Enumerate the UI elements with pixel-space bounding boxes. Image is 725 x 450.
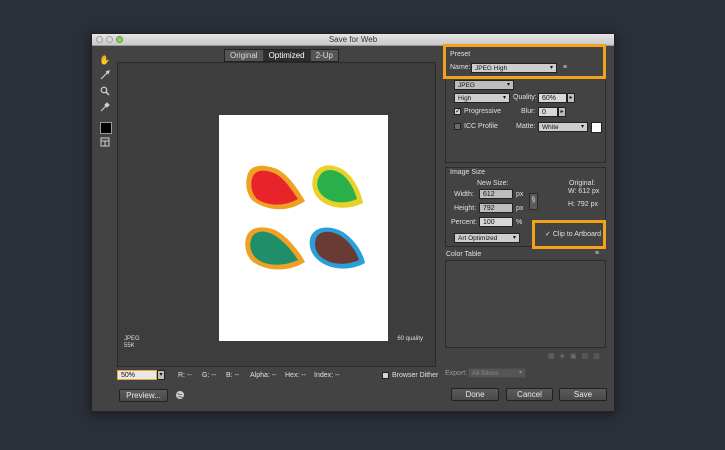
new-color-icon[interactable]: ▤ <box>582 352 589 360</box>
percent-field[interactable]: 100 <box>479 217 513 227</box>
cancel-button[interactable]: Cancel <box>506 388 553 401</box>
save-button[interactable]: Save <box>559 388 607 401</box>
height-field[interactable]: 792 <box>479 203 513 213</box>
blur-field[interactable]: 0 <box>538 107 558 117</box>
preset-highlight-box <box>443 44 606 79</box>
chevron-down-icon: ▾ <box>502 95 506 101</box>
save-for-web-dialog: Save for Web ✋ Original Optimized 2-Up J… <box>91 33 615 412</box>
chevron-down-icon: ▾ <box>512 235 516 241</box>
width-unit: px <box>516 191 524 198</box>
quality-slider-arrow-icon[interactable]: ▸ <box>567 93 575 103</box>
browser-dither-label: Browser Dither <box>392 372 439 379</box>
icc-profile-label: ICC Profile <box>464 123 498 130</box>
constrain-proportions-link-icon[interactable]: § <box>529 193 538 210</box>
chevron-down-icon: ▾ <box>506 82 510 88</box>
color-table-toolbar: ▦ ◈ ▣ ▤ ▥ <box>548 352 600 360</box>
export-label: Export: <box>445 370 468 377</box>
height-unit: px <box>516 205 524 212</box>
clip-to-artboard-checkbox[interactable]: ✓ Clip to Artboard <box>545 230 601 239</box>
quality-label: Quality: <box>513 94 537 101</box>
icc-profile-checkbox[interactable] <box>454 123 461 130</box>
chevron-down-icon: ▾ <box>580 124 584 130</box>
matte-dropdown[interactable]: White ▾ <box>538 122 588 132</box>
trash-icon[interactable]: ▥ <box>593 352 600 360</box>
readout-b: B: -- <box>226 372 240 379</box>
matte-color-swatch[interactable] <box>591 122 602 133</box>
eyedropper-icon[interactable] <box>99 102 111 114</box>
readout-alpha: Alpha: -- <box>250 372 277 379</box>
zoom-dropdown-icon[interactable]: ▾ <box>157 370 165 380</box>
width-field[interactable]: 612 <box>479 189 513 199</box>
file-format-dropdown[interactable]: JPEG ▾ <box>454 80 514 90</box>
new-size-label: New Size: <box>477 180 509 187</box>
quality-field[interactable]: 60% <box>538 93 567 103</box>
preview-area[interactable]: JPEG 55K 60 quality <box>117 62 436 367</box>
percent-label: Percent: <box>451 219 478 226</box>
zoom-icon[interactable] <box>99 86 111 98</box>
quality-readout: 60 quality <box>397 336 423 342</box>
checkmark-icon: ✓ <box>545 231 551 238</box>
lock-icon[interactable]: ▣ <box>570 352 577 360</box>
view-tabs: Original Optimized 2-Up <box>224 49 339 62</box>
color-table-title: Color Table <box>446 251 482 258</box>
slice-select-icon[interactable] <box>99 70 111 82</box>
browser-dither-checkbox[interactable] <box>382 372 389 379</box>
hand-icon[interactable]: ✋ <box>99 54 111 66</box>
format-readout: JPEG <box>124 336 140 342</box>
compression-dropdown[interactable]: High ▾ <box>454 93 510 103</box>
toggle-slices-icon[interactable] <box>99 137 111 149</box>
tab-original[interactable]: Original <box>225 50 264 61</box>
progressive-label: Progressive <box>464 108 501 115</box>
progressive-checkbox[interactable]: ✓ <box>454 108 461 115</box>
original-width: W: 612 px <box>568 188 600 195</box>
original-height: H: 792 px <box>568 201 598 208</box>
blur-label: Blur: <box>521 108 536 115</box>
color-table-area <box>445 260 606 348</box>
preview-button[interactable]: Preview... <box>119 389 168 402</box>
document-preview <box>219 115 388 341</box>
eyedropper-color-icon[interactable] <box>100 122 112 134</box>
resample-method-dropdown[interactable]: Art Optimized ▾ <box>454 233 520 243</box>
zoom-level-field[interactable]: 50% <box>117 370 157 380</box>
readout-r: R: -- <box>178 372 192 379</box>
matte-label: Matte: <box>516 123 536 130</box>
size-readout: 55K <box>124 343 135 349</box>
tab-optimized[interactable]: Optimized <box>263 50 311 61</box>
export-dropdown[interactable]: All Slices ▾ <box>468 368 526 378</box>
blur-slider-arrow-icon[interactable]: ▸ <box>558 107 566 117</box>
map-color-icon[interactable]: ▦ <box>548 352 555 360</box>
readout-g: G: -- <box>202 372 216 379</box>
chevron-down-icon: ▾ <box>518 370 522 376</box>
readout-hex: Hex: -- <box>285 372 306 379</box>
browser-globe-icon[interactable] <box>175 390 185 400</box>
image-size-title: Image Size <box>450 169 486 176</box>
tab-2-up[interactable]: 2-Up <box>311 50 338 61</box>
web-shift-icon[interactable]: ◈ <box>560 352 565 360</box>
done-button[interactable]: Done <box>451 388 499 401</box>
readout-index: Index: -- <box>314 372 340 379</box>
color-table-menu-icon[interactable]: ≡ <box>595 250 605 258</box>
artwork-image <box>245 165 365 270</box>
width-label: Width: <box>454 191 474 198</box>
window-title: Save for Web <box>328 35 378 44</box>
height-label: Height: <box>454 205 477 212</box>
percent-unit: % <box>516 219 523 226</box>
